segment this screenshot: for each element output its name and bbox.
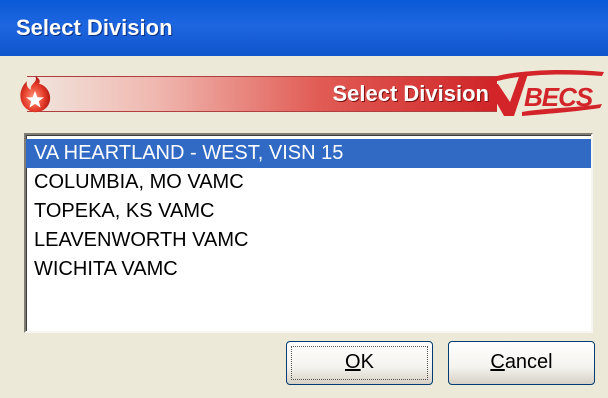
title-bar[interactable]: Select Division — [0, 0, 608, 56]
ok-label-rest: K — [360, 351, 374, 373]
ok-button[interactable]: OK — [286, 341, 433, 385]
cancel-button[interactable]: Cancel — [448, 341, 595, 385]
header-banner: Select Division BECS — [9, 64, 604, 126]
banner-title: Select Division — [332, 81, 489, 106]
list-item-va-heartland-west[interactable]: VA HEARTLAND - WEST, VISN 15 — [26, 139, 591, 168]
division-listbox[interactable]: VA HEARTLAND - WEST, VISN 15 COLUMBIA, M… — [24, 133, 593, 333]
select-division-dialog: Select Division Select Division BECS VA … — [0, 0, 608, 398]
cancel-label-rest: ancel — [504, 351, 553, 373]
cancel-accelerator: C — [490, 351, 505, 373]
list-item-leavenworth[interactable]: LEAVENWORTH VAMC — [26, 226, 591, 255]
window-title: Select Division — [16, 15, 173, 40]
list-item-columbia-mo[interactable]: COLUMBIA, MO VAMC — [26, 168, 591, 197]
flame-star-icon — [20, 76, 51, 113]
banner-strip: Select Division — [27, 76, 497, 112]
list-item-wichita[interactable]: WICHITA VAMC — [26, 255, 591, 284]
ok-accelerator: O — [345, 351, 361, 373]
list-item-topeka-ks[interactable]: TOPEKA, KS VAMC — [26, 197, 591, 226]
vbecs-logo: BECS — [486, 70, 604, 116]
